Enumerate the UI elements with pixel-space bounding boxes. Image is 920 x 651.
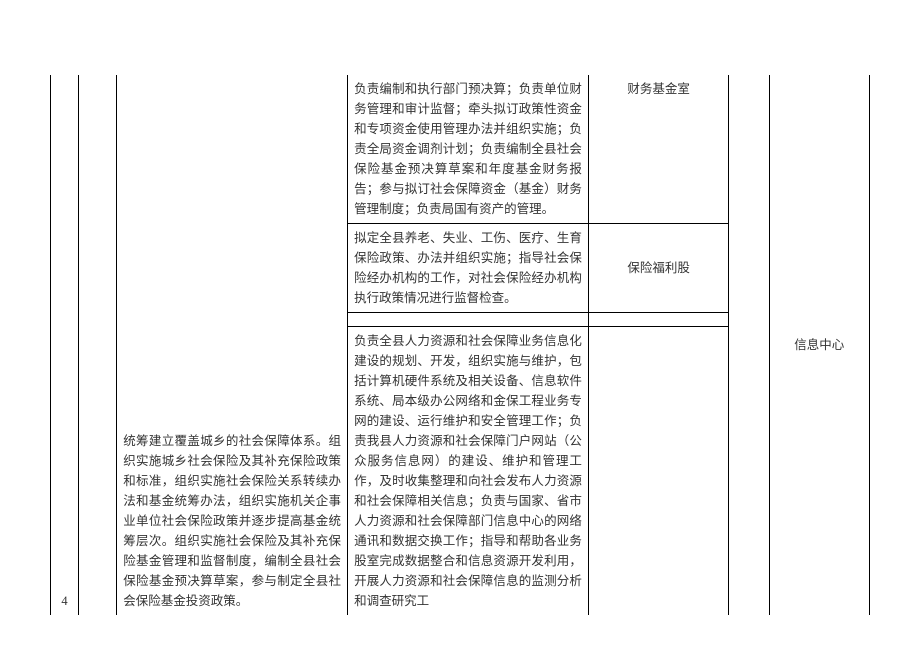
spacer-cell	[348, 313, 589, 327]
spacer-cell	[588, 313, 729, 327]
sub-description: 负责编制和执行部门预决算；负责单位财务管理和审计监督；牵头拟订政策性资金和专项资…	[354, 82, 582, 216]
department-cell	[588, 327, 729, 616]
department-cell: 财务基金室	[588, 75, 729, 224]
table-row: 4 统筹建立覆盖城乡的社会保障体系。组织实施城乡社会保险及其补充保险政策和标准，…	[51, 75, 870, 224]
empty-cell-a	[79, 75, 117, 615]
last-dept-cell: 信息中心	[769, 75, 869, 615]
sub-description-cell: 负责全县人力资源和社会保障业务信息化建设的规划、开发，组织实施与维护，包括计算机…	[348, 327, 589, 616]
department-name: 保险福利股	[627, 261, 690, 275]
empty-cell-e	[729, 75, 769, 615]
row-index-cell: 4	[51, 75, 79, 615]
main-description: 统筹建立覆盖城乡的社会保障体系。组织实施城乡社会保险及其补充保险政策和标准，组织…	[123, 434, 341, 608]
sub-description-cell: 拟定全县养老、失业、工伤、医疗、生育保险政策、办法并组织实施；指导社会保险经办机…	[348, 224, 589, 313]
department-name: 财务基金室	[627, 82, 690, 96]
sub-description: 负责全县人力资源和社会保障业务信息化建设的规划、开发，组织实施与维护，包括计算机…	[354, 334, 582, 608]
sub-description-cell: 负责编制和执行部门预决算；负责单位财务管理和审计监督；牵头拟订政策性资金和专项资…	[348, 75, 589, 224]
sub-description: 拟定全县养老、失业、工伤、医疗、生育保险政策、办法并组织实施；指导社会保险经办机…	[354, 231, 582, 305]
row-index: 4	[61, 594, 67, 608]
responsibility-table: 4 统筹建立覆盖城乡的社会保障体系。组织实施城乡社会保险及其补充保险政策和标准，…	[50, 75, 870, 615]
main-description-cell: 统筹建立覆盖城乡的社会保障体系。组织实施城乡社会保险及其补充保险政策和标准，组织…	[117, 75, 348, 615]
department-name: 信息中心	[794, 338, 844, 352]
document-page: 4 统筹建立覆盖城乡的社会保障体系。组织实施城乡社会保险及其补充保险政策和标准，…	[0, 0, 920, 635]
department-cell: 保险福利股	[588, 224, 729, 313]
